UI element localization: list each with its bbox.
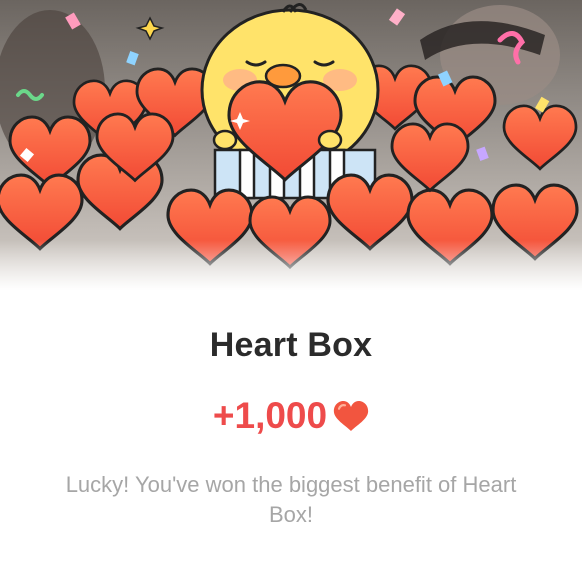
- reward-row: +1,000: [0, 395, 582, 437]
- banner-illustration: [0, 0, 582, 290]
- heart-icon: [333, 400, 369, 432]
- dialog-title: Heart Box: [209, 326, 373, 364]
- win-message: Lucky! You've won the biggest benefit of…: [65, 472, 517, 527]
- heart-box-banner: [0, 0, 582, 290]
- reward-amount: +1,000: [212, 395, 328, 436]
